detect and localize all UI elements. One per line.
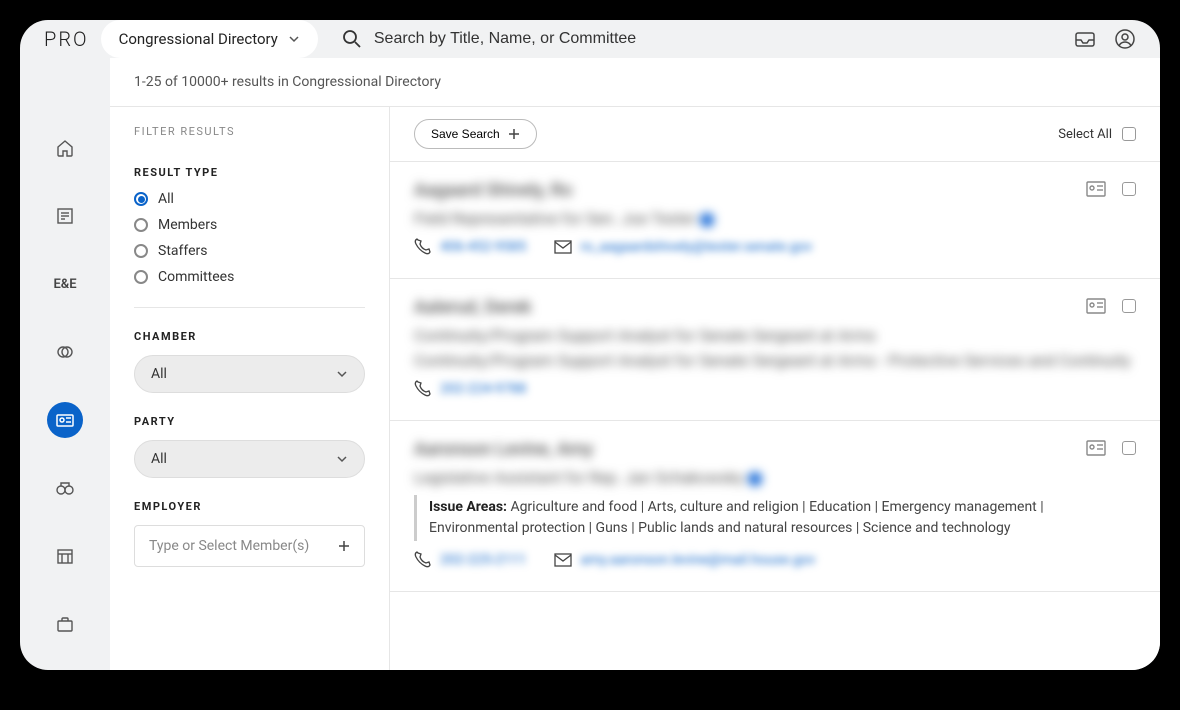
topbar: PRO Congressional Directory [20,20,1160,58]
result-role-secondary: Continuity/Program Support Analyst for S… [414,351,1136,370]
inbox-button[interactable] [1074,28,1096,50]
calendar-icon [55,546,75,566]
radio-icon [134,244,148,258]
radio-committees[interactable]: Committees [134,269,365,285]
filters-title: FILTER RESULTS [134,125,365,138]
result-phone[interactable]: 202-225-2111 [440,552,526,568]
filter-result-type-title: RESULT TYPE [134,166,365,179]
nav-news[interactable] [47,198,83,234]
home-icon [55,138,75,158]
result-card: Aalerud, Derek Continuity/Program Suppor… [390,279,1160,421]
select-all[interactable]: Select All [1058,127,1136,142]
nav-ee[interactable]: E&E [47,266,83,302]
result-role: Legislative Assistant for Rep. Jan Schak… [414,468,1136,487]
radio-icon [134,270,148,284]
nav-directory[interactable] [47,402,83,438]
news-icon [55,206,75,226]
nav-overlap[interactable] [47,334,83,370]
directory-dropdown[interactable]: Congressional Directory [101,20,318,58]
chevron-down-icon [288,33,300,45]
filter-chamber-title: CHAMBER [134,330,365,343]
radio-icon [134,218,148,232]
radio-members[interactable]: Members [134,217,365,233]
search-input[interactable] [374,30,1062,48]
plus-icon [338,540,350,552]
search-icon [342,29,362,49]
result-phone[interactable]: 202-224-9788 [440,381,526,397]
radio-icon [134,192,148,206]
nav-home[interactable] [47,130,83,166]
chevron-down-icon [336,368,348,380]
id-card-icon [55,410,75,430]
email-icon [554,553,572,567]
issue-areas: Issue Areas: Agriculture and food | Arts… [414,495,1136,541]
radio-staffers[interactable]: Staffers [134,243,365,259]
party-dot-icon [700,213,714,227]
result-name[interactable]: Aalerud, Derek [414,297,1136,318]
account-button[interactable] [1114,28,1136,50]
results-summary: 1-25 of 10000+ results in Congressional … [110,58,1160,107]
nav-calendar[interactable] [47,538,83,574]
result-name[interactable]: Aaronson Levine, Amy [414,439,1136,460]
email-icon [554,240,572,254]
filters-panel: FILTER RESULTS RESULT TYPE All Members [110,107,390,670]
left-nav: E&E [20,58,110,670]
save-search-button[interactable]: Save Search [414,119,537,149]
phone-icon [414,380,432,398]
filter-employer-title: EMPLOYER [134,500,365,513]
plus-icon [508,128,520,140]
nav-briefcase[interactable] [47,606,83,642]
phone-icon [414,551,432,569]
results-pane: Save Search Select All [390,107,1160,670]
radio-all[interactable]: All [134,191,365,207]
result-name[interactable]: Aagaard Shively, Ro [414,180,1136,201]
party-dot-icon [748,472,762,486]
result-type-radios: All Members Staffers Committees [134,191,365,308]
chevron-down-icon [336,453,348,465]
result-card: Aaronson Levine, Amy Legislative Assista… [390,421,1160,592]
checkbox-icon [1122,127,1136,141]
chamber-select[interactable]: All [134,355,365,393]
user-circle-icon [1114,28,1136,50]
dropdown-label: Congressional Directory [119,30,278,48]
nav-binoculars[interactable] [47,470,83,506]
venn-icon [55,342,75,362]
employer-input[interactable]: Type or Select Member(s) [134,525,365,567]
binoculars-icon [55,478,75,498]
result-email[interactable]: amy.aaronson.levine@mail.house.gov [580,552,815,568]
briefcase-icon [55,614,75,634]
logo: PRO [44,27,89,51]
inbox-icon [1074,28,1096,50]
filter-party-title: PARTY [134,415,365,428]
phone-icon [414,238,432,256]
result-card: Aagaard Shively, Ro Field Representative… [390,162,1160,279]
result-phone[interactable]: 406-452-9585 [440,239,526,255]
result-role: Continuity/Program Support Analyst for S… [414,326,1136,345]
result-email[interactable]: ro_aagaardshively@tester.senate.gov [580,239,812,255]
party-select[interactable]: All [134,440,365,478]
result-role: Field Representative for Sen. Joe Tester [414,209,1136,228]
